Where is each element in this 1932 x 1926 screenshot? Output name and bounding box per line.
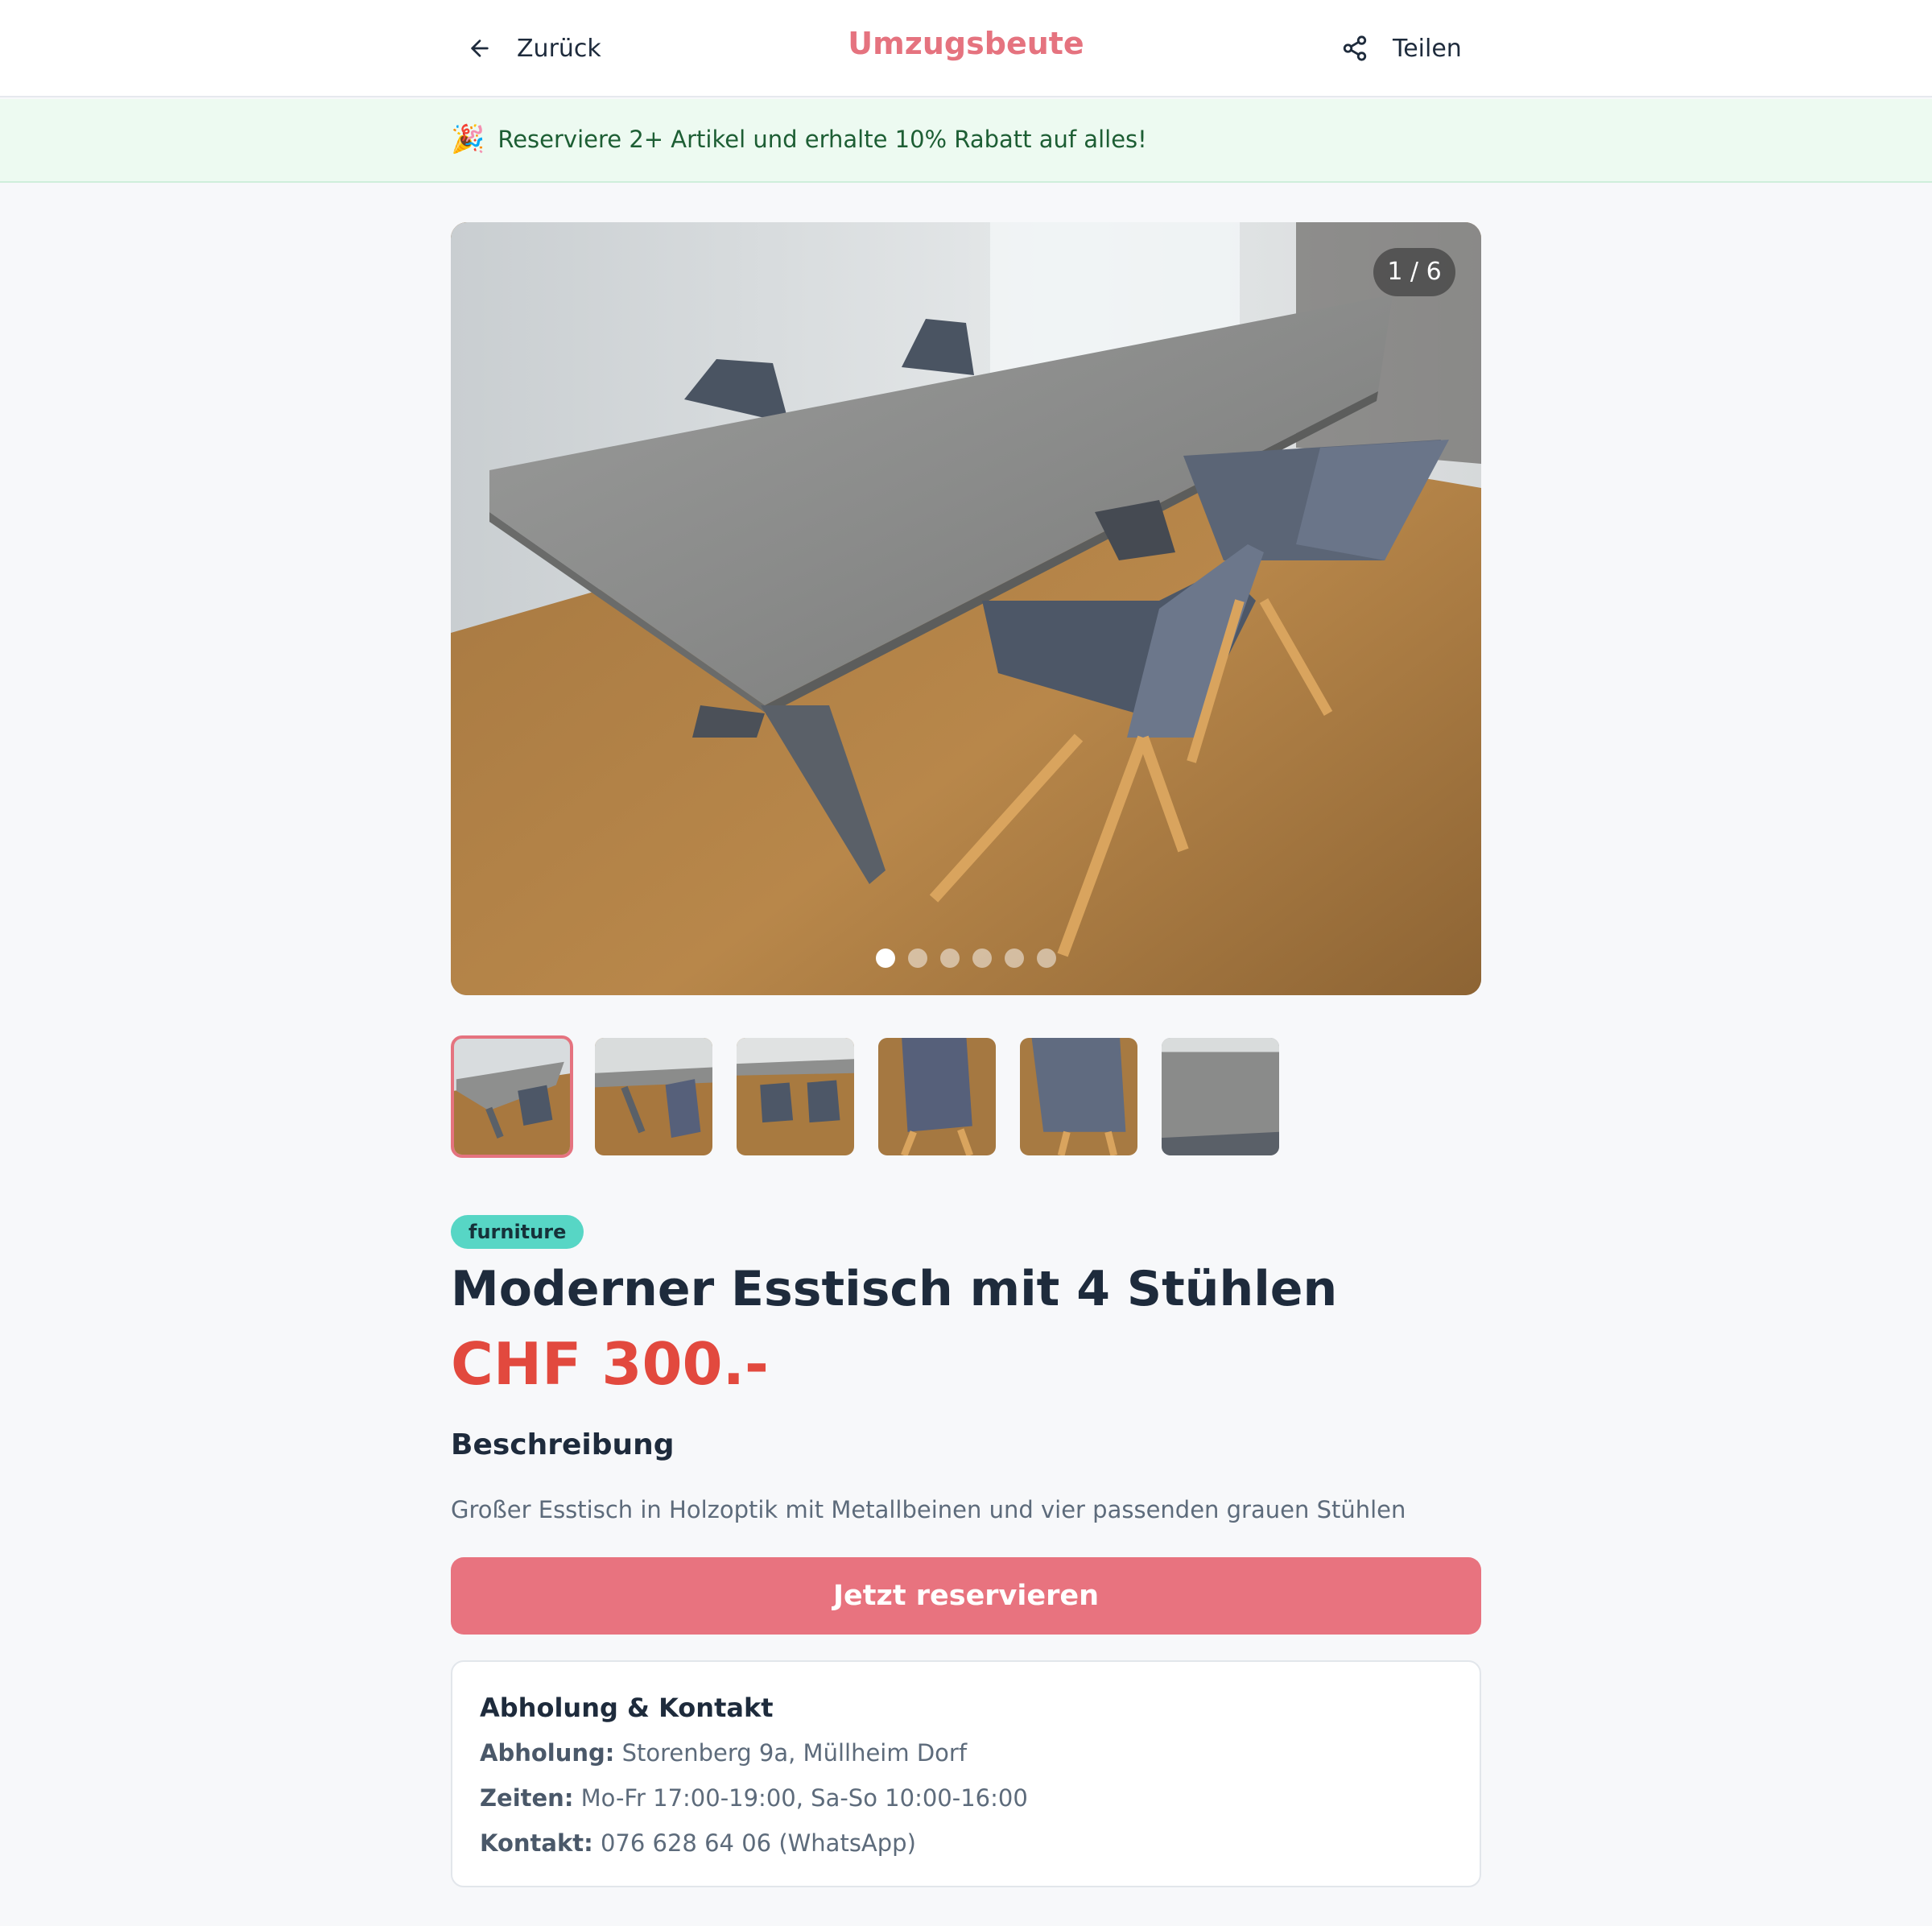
carousel-dots (451, 949, 1481, 968)
share-label: Teilen (1393, 34, 1462, 63)
thumbnail-2[interactable] (592, 1035, 715, 1158)
contact-row: Kontakt: 076 628 64 06 (WhatsApp) (480, 1829, 916, 1857)
contact-heading: Abholung & Kontakt (480, 1692, 774, 1723)
pickup-value: Storenberg 9a, Müllheim Dorf (621, 1739, 968, 1767)
times-row: Zeiten: Mo-Fr 17:00-19:00, Sa-So 10:00-1… (480, 1784, 1028, 1812)
carousel-dot-3[interactable] (940, 949, 960, 968)
product-image-main[interactable] (451, 222, 1481, 995)
contact-label: Kontakt: (480, 1829, 593, 1857)
promo-banner: 🎉 Reserviere 2+ Artikel und erhalte 10% … (0, 99, 1932, 183)
thumbnail-3[interactable] (734, 1035, 857, 1158)
product-description: Großer Esstisch in Holzoptik mit Metallb… (451, 1496, 1406, 1523)
carousel-dot-4[interactable] (972, 949, 992, 968)
carousel-dot-5[interactable] (1005, 949, 1024, 968)
share-button[interactable]: Teilen (1341, 29, 1462, 68)
image-counter: 1 / 6 (1373, 248, 1455, 296)
contact-value[interactable]: 076 628 64 06 (WhatsApp) (601, 1829, 916, 1857)
carousel-dot-1[interactable] (876, 949, 895, 968)
thumbnail-4[interactable] (876, 1035, 998, 1158)
thumbnail-strip (451, 1035, 1282, 1158)
carousel-dot-6[interactable] (1037, 949, 1056, 968)
dining-table-photo (451, 222, 1481, 995)
pickup-contact-card: Abholung & Kontakt Abholung: Storenberg … (451, 1660, 1481, 1887)
share-icon (1343, 35, 1367, 61)
pickup-label: Abholung: (480, 1739, 615, 1767)
thumbnail-6[interactable] (1159, 1035, 1282, 1158)
promo-text: Reserviere 2+ Artikel und erhalte 10% Ra… (497, 126, 1147, 153)
times-label: Zeiten: (480, 1784, 574, 1812)
thumbnail-1[interactable] (451, 1035, 573, 1158)
carousel-dot-2[interactable] (908, 949, 927, 968)
pickup-row: Abholung: Storenberg 9a, Müllheim Dorf (480, 1739, 967, 1767)
thumbnail-5[interactable] (1018, 1035, 1140, 1158)
product-price: CHF 300.- (451, 1330, 769, 1398)
product-title: Moderner Esstisch mit 4 Stühlen (451, 1261, 1338, 1317)
category-badge[interactable]: furniture (451, 1215, 584, 1249)
top-bar: Zurück Umzugsbeute Teilen (0, 0, 1932, 97)
party-popper-icon: 🎉 (451, 123, 485, 155)
brand-logo[interactable]: Umzugsbeute (0, 26, 1932, 61)
times-value: Mo-Fr 17:00-19:00, Sa-So 10:00-16:00 (580, 1784, 1028, 1812)
reserve-button[interactable]: Jetzt reservieren (451, 1557, 1481, 1635)
description-heading: Beschreibung (451, 1428, 675, 1461)
